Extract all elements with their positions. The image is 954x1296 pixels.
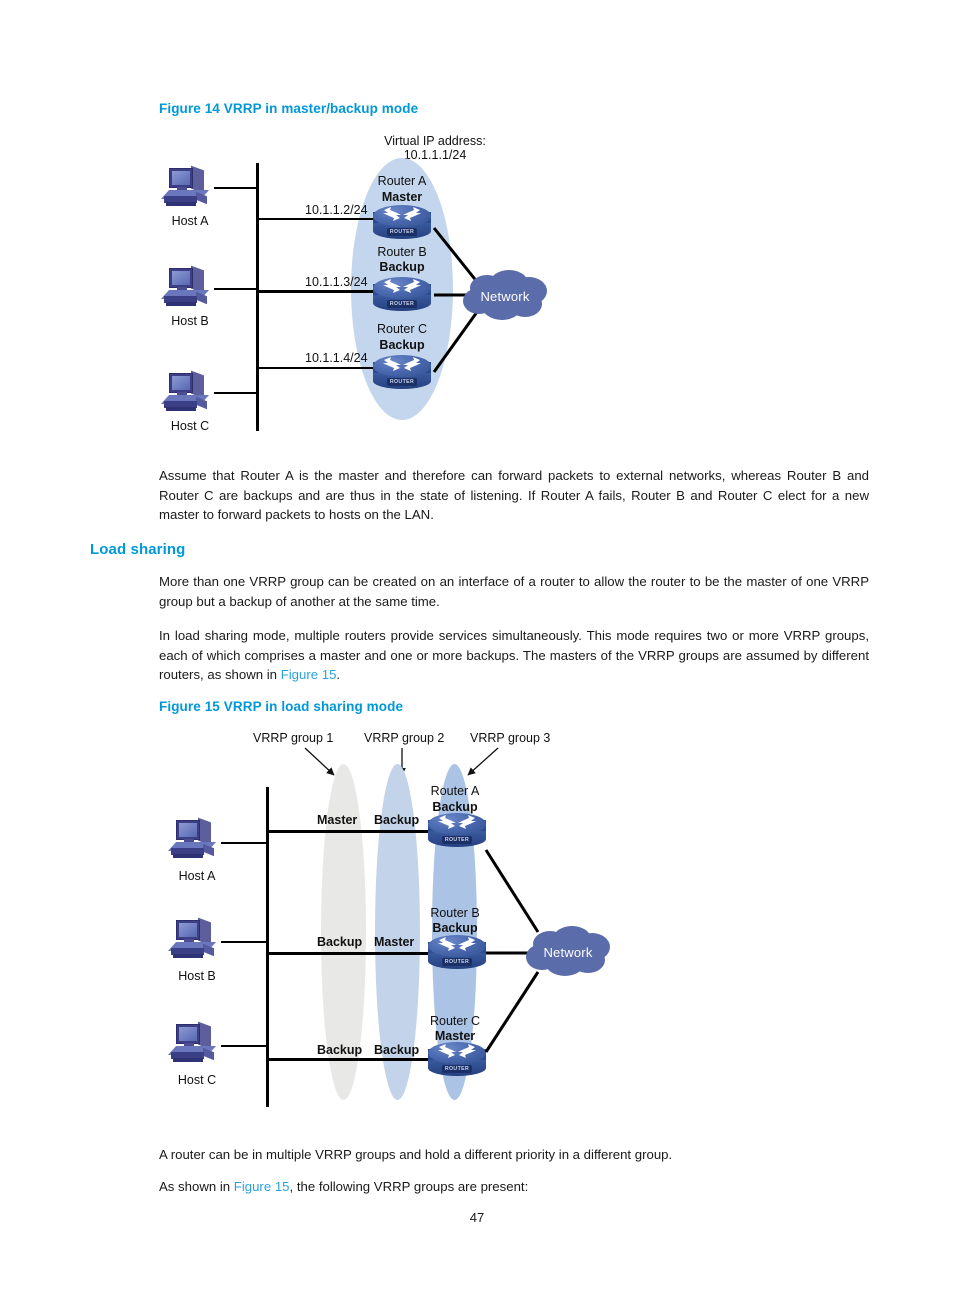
host-a-link bbox=[221, 842, 268, 844]
router-a-name: Router A bbox=[377, 174, 427, 188]
host-b-label: Host B bbox=[171, 314, 209, 328]
figure-14-caption: Figure 14 VRRP in master/backup mode bbox=[159, 101, 419, 116]
vrrp-group-1-label: VRRP group 1 bbox=[253, 731, 334, 745]
router-a-lan-line bbox=[256, 218, 376, 220]
lan-bus-line bbox=[256, 163, 259, 431]
paragraph-closing-1: A router can be in multiple VRRP groups … bbox=[159, 1147, 673, 1162]
router-a-state: Backup bbox=[432, 800, 478, 814]
host-b-icon bbox=[160, 265, 215, 310]
figure-15-link-2[interactable]: Figure 15 bbox=[234, 1179, 290, 1194]
virtual-ip-label-line2: 10.1.1.1/24 bbox=[403, 148, 467, 162]
router-a-ip-label: 10.1.1.2/24 bbox=[305, 203, 368, 217]
host-a-link bbox=[214, 187, 258, 189]
network-cloud-label: Network bbox=[480, 288, 530, 304]
network-cloud-icon: Network bbox=[520, 924, 616, 980]
paragraph-load-sharing-1: More than one VRRP group can be created … bbox=[159, 574, 869, 609]
router-a-group2-state: Backup bbox=[374, 813, 420, 827]
page-number: 47 bbox=[469, 1210, 485, 1225]
router-c-lan-line bbox=[266, 1058, 441, 1061]
host-c-icon bbox=[160, 370, 215, 415]
router-a-lan-line bbox=[266, 830, 441, 833]
router-b-ip-label: 10.1.1.3/24 bbox=[305, 275, 368, 289]
vrrp-group-2-label: VRRP group 2 bbox=[364, 731, 445, 745]
host-c-label: Host C bbox=[170, 419, 210, 433]
paragraph-load-sharing-2-text: In load sharing mode, multiple routers p… bbox=[159, 628, 869, 683]
router-c-group1-state: Backup bbox=[317, 1043, 363, 1057]
router-c-lan-line bbox=[256, 367, 376, 369]
router-b-group2-state: Master bbox=[374, 935, 415, 949]
router-b-group1-state: Backup bbox=[317, 935, 363, 949]
document-page: Figure 14 VRRP in master/backup mode Vir… bbox=[0, 0, 954, 1296]
host-a-icon bbox=[160, 165, 215, 210]
host-c-link bbox=[214, 392, 258, 394]
network-cloud-label: Network bbox=[543, 944, 593, 960]
vrrp-group-3-label: VRRP group 3 bbox=[470, 731, 551, 745]
heading-load-sharing: Load sharing bbox=[90, 541, 186, 558]
host-a-label: Host A bbox=[171, 214, 209, 228]
router-arrows-icon bbox=[383, 357, 421, 371]
paragraph-closing-2-text: As shown in bbox=[159, 1179, 234, 1194]
host-b-link bbox=[221, 941, 268, 943]
paragraph-closing-2: As shown in Figure 15, the following VRR… bbox=[159, 1177, 869, 1197]
router-c-group2-state: Backup bbox=[374, 1043, 420, 1057]
network-cloud-icon: Network bbox=[457, 268, 553, 324]
host-b-icon bbox=[167, 917, 222, 962]
virtual-ip-label-line1: Virtual IP address: bbox=[384, 134, 486, 148]
host-b-label: Host B bbox=[178, 969, 216, 983]
paragraph-master-backup: Assume that Router A is the master and t… bbox=[159, 468, 869, 523]
router-b-lan-line bbox=[256, 290, 376, 293]
paragraph-load-sharing-2-end: . bbox=[336, 667, 341, 683]
paragraph-closing-2-end: , the following VRRP groups are present: bbox=[289, 1179, 529, 1194]
host-a-label: Host A bbox=[178, 869, 216, 883]
router-arrows-icon bbox=[383, 207, 421, 221]
router-a-group1-state: Master bbox=[317, 813, 358, 827]
router-c-ip-label: 10.1.1.4/24 bbox=[305, 351, 368, 365]
figure-15-caption: Figure 15 VRRP in load sharing mode bbox=[159, 699, 404, 714]
host-b-link bbox=[214, 288, 258, 290]
host-c-link bbox=[221, 1045, 268, 1047]
host-c-label: Host C bbox=[177, 1073, 217, 1087]
host-a-icon bbox=[167, 817, 222, 862]
router-arrows-icon bbox=[383, 279, 421, 293]
host-c-icon bbox=[167, 1021, 222, 1066]
paragraph-load-sharing-2: In load sharing mode, multiple routers p… bbox=[159, 626, 869, 685]
router-b-lan-line bbox=[266, 952, 441, 955]
figure-15-link-1[interactable]: Figure 15 bbox=[281, 667, 337, 682]
router-a-name: Router A bbox=[430, 784, 480, 798]
